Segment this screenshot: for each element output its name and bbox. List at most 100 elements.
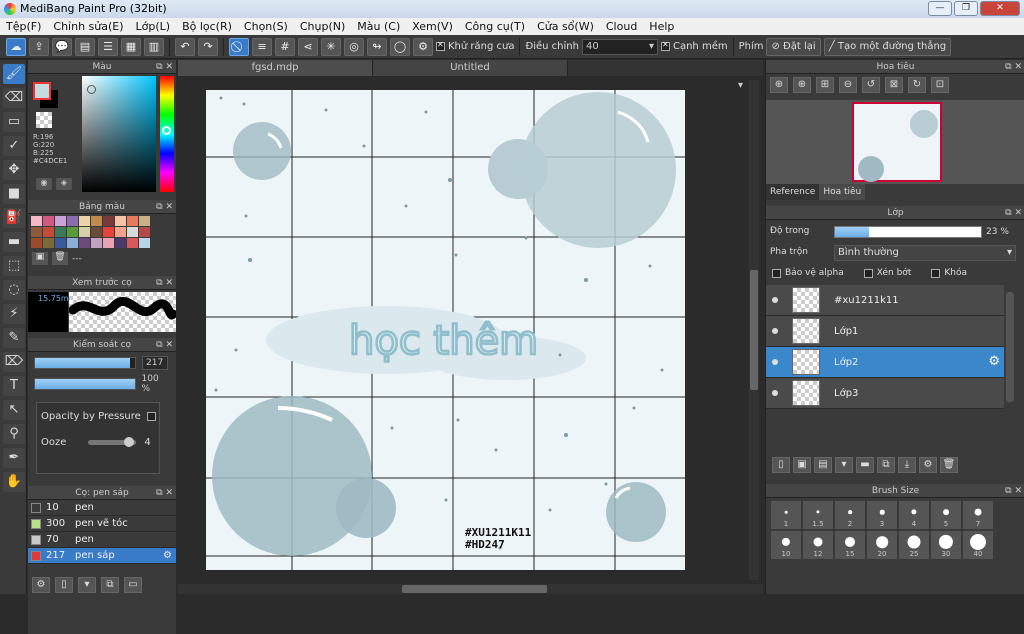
menu-window[interactable]: Cửa sổ(W) (531, 18, 600, 35)
settings-icon[interactable]: ⚙ (413, 37, 433, 56)
brush-size-cell[interactable]: 4 (899, 501, 929, 529)
select-rect-icon[interactable]: ⬚ (3, 256, 25, 276)
brush-opacity-slider[interactable] (34, 378, 136, 390)
palette-swatch[interactable] (91, 238, 102, 248)
hand-tool-icon[interactable]: ✋ (3, 472, 25, 492)
menu-select[interactable]: Chọn(S) (238, 18, 294, 35)
brush-size-cell[interactable]: 1.5 (803, 501, 833, 529)
brush-list-item[interactable]: 70 pen (28, 532, 176, 548)
menu-layer[interactable]: Lớp(L) (130, 18, 177, 35)
gradient-tool-icon[interactable]: ▬ (3, 232, 25, 252)
brush-size-cell[interactable]: 15 (835, 531, 865, 559)
palette-swatch[interactable] (79, 238, 90, 248)
snap-ellipse-icon[interactable]: ◯ (390, 37, 410, 56)
panel-close-icon[interactable]: ⧉ ✕ (156, 276, 173, 290)
layer-visibility-icon[interactable] (772, 359, 778, 365)
snap-radial-icon[interactable]: ✳ (321, 37, 341, 56)
snap-grid-icon[interactable]: # (275, 37, 295, 56)
minimize-button[interactable]: — (928, 1, 952, 16)
gear-icon[interactable]: ⚙ (988, 354, 1000, 369)
menu-edit[interactable]: Chỉnh sửa(E) (47, 18, 129, 35)
tab-document-2[interactable]: Untitled (373, 60, 568, 76)
add-layer-dropdown-icon[interactable]: ▾ (835, 457, 853, 473)
brush-settings-icon[interactable]: ⚙ (32, 577, 50, 593)
palette-swatch[interactable] (103, 216, 114, 226)
brush-size-cell[interactable]: 30 (931, 531, 961, 559)
tab-navigator[interactable]: Hoa tiêu (819, 184, 866, 200)
rotate-left-icon[interactable]: ↺ (862, 77, 880, 93)
layout-icon[interactable]: ▥ (144, 37, 164, 56)
menu-help[interactable]: Help (643, 18, 680, 35)
pen-tool-icon[interactable]: ✒ (3, 448, 25, 468)
palette-swatch[interactable] (103, 227, 114, 237)
snap-perspective-icon[interactable]: ⋖ (298, 37, 318, 56)
maximize-button[interactable]: ❐ (954, 1, 978, 16)
brush-size-cell[interactable]: 20 (867, 531, 897, 559)
magic-wand-icon[interactable]: ⚡ (3, 304, 25, 324)
palette-swatch[interactable] (55, 216, 66, 226)
redo-icon[interactable]: ↷ (198, 37, 218, 56)
palette-swatch[interactable] (103, 238, 114, 248)
palette-icon[interactable]: ◉ (36, 178, 52, 190)
clipping-checkbox[interactable] (863, 268, 873, 278)
panel-close-icon[interactable]: ⧉ ✕ (156, 486, 173, 500)
hue-slider[interactable] (160, 76, 174, 192)
close-button[interactable]: ✕ (980, 1, 1020, 16)
layer-visibility-icon[interactable] (772, 390, 778, 396)
navigator-viewport[interactable] (766, 100, 1024, 184)
move-tool-icon[interactable]: ✥ (3, 160, 25, 180)
brush-size-cell[interactable]: 5 (931, 501, 961, 529)
ooze-slider-thumb[interactable] (124, 437, 135, 447)
grid-icon[interactable]: ▦ (121, 37, 141, 56)
new-brush-icon[interactable]: ▯ (55, 577, 73, 593)
layer-row[interactable]: Lớp1 (766, 316, 1004, 347)
delete-color-icon[interactable]: 🗑 (52, 252, 68, 265)
layer-list-scrollbar[interactable] (1006, 292, 1014, 402)
layer-settings-icon[interactable]: ⚙ (919, 457, 937, 473)
add-color-icon[interactable]: ▣ (32, 252, 48, 265)
antialias-checkbox[interactable] (436, 40, 445, 51)
layer-row[interactable]: Lớp2 ⚙ (766, 347, 1004, 378)
panel-close-icon[interactable]: ⧉ ✕ (156, 200, 173, 214)
menu-cloud[interactable]: Cloud (600, 18, 643, 35)
palette-swatch[interactable] (79, 216, 90, 226)
palette-swatch[interactable] (31, 238, 42, 248)
brush-size-cell[interactable]: 7 (963, 501, 993, 529)
eyedropper-icon[interactable]: ⚲ (3, 424, 25, 444)
zoom-in-icon[interactable]: ⊕ (793, 77, 811, 93)
reset-button[interactable]: ⊘ Đặt lại (766, 37, 821, 56)
delete-layer-icon[interactable]: 🗑 (940, 457, 958, 473)
layer-row[interactable]: Lớp3 (766, 378, 1004, 409)
snap-curve-icon[interactable]: ↬ (367, 37, 387, 56)
rectangle-tool-icon[interactable]: ▭ (3, 112, 25, 132)
menu-filter[interactable]: Bộ lọc(R) (176, 18, 238, 35)
snap-circle-icon[interactable]: ◎ (344, 37, 364, 56)
cloud-icon[interactable]: ☁ (6, 37, 26, 56)
menu-view[interactable]: Xem(V) (406, 18, 459, 35)
menu-snap[interactable]: Chụp(N) (294, 18, 351, 35)
palette-swatch[interactable] (127, 238, 138, 248)
merge-down-icon[interactable]: ⤓ (898, 457, 916, 473)
vertical-scroll-thumb[interactable] (750, 270, 758, 390)
palette-swatch[interactable] (31, 227, 42, 237)
transparent-color-swatch[interactable] (36, 112, 52, 128)
lock-checkbox[interactable] (931, 268, 941, 278)
select-pen-icon[interactable]: ✎ (3, 328, 25, 348)
copy-brush-icon[interactable]: ⧉ (101, 577, 119, 593)
new-color-layer-icon[interactable]: ▣ (793, 457, 811, 473)
color-mix-icon[interactable]: ◈ (56, 178, 72, 190)
blend-mode-select[interactable]: Bình thường (834, 245, 1016, 261)
palette-swatch[interactable] (67, 238, 78, 248)
palette-swatch[interactable] (91, 216, 102, 226)
dot-tool-icon[interactable]: ✓ (3, 136, 25, 156)
bucket-tool-icon[interactable]: ⛽ (3, 208, 25, 228)
operation-tool-icon[interactable]: ↖ (3, 400, 25, 420)
brush-list-item[interactable]: 300 pen vẽ tóc (28, 516, 176, 532)
list-icon[interactable]: ☰ (98, 37, 118, 56)
palette-swatch[interactable] (55, 227, 66, 237)
palette-swatch[interactable] (55, 238, 66, 248)
palette-swatch[interactable] (139, 216, 150, 226)
fill-rect-tool-icon[interactable]: ■ (3, 184, 25, 204)
select-eraser-icon[interactable]: ⌦ (3, 352, 25, 372)
brush-size-cell[interactable]: 40 (963, 531, 993, 559)
